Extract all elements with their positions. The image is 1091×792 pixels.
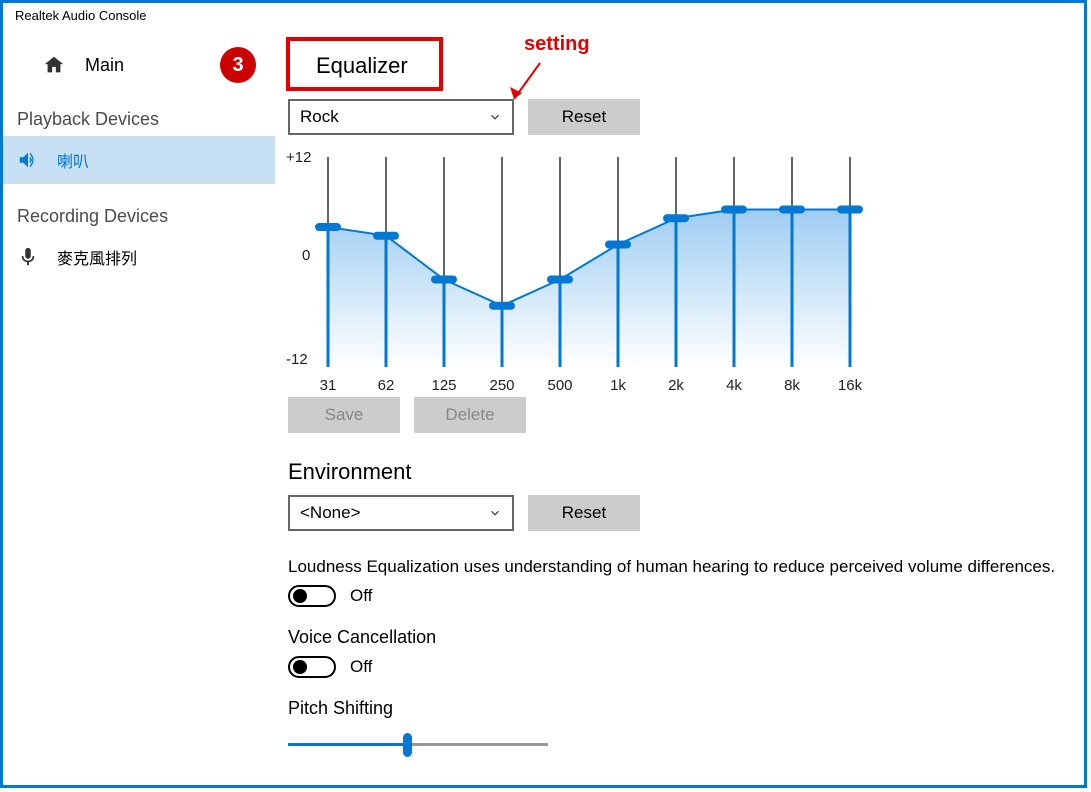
pitch-shift-slider[interactable] [288, 735, 548, 757]
toggle-state-label: Off [350, 657, 372, 677]
pitch-shifting-heading: Pitch Shifting [288, 698, 1078, 719]
equalizer-save-button[interactable]: Save [288, 397, 400, 433]
environment-heading: Environment [288, 459, 1078, 485]
chevron-down-icon [488, 506, 502, 520]
speaker-icon [17, 149, 39, 171]
eq-band-label: 500 [530, 377, 590, 394]
select-value: Rock [300, 107, 339, 127]
annotation-badge: 3 [220, 47, 256, 83]
eq-band-slider[interactable] [431, 276, 457, 284]
eq-band-label: 31 [298, 377, 358, 394]
voice-cancellation-heading: Voice Cancellation [288, 627, 1078, 648]
eq-band-label: 8k [762, 377, 822, 394]
equalizer-graph: +12 0 -12 31621252505001k2k4k8k16k [288, 149, 908, 399]
eq-band-label: 125 [414, 377, 474, 394]
eq-band-slider[interactable] [373, 232, 399, 240]
eq-band-slider[interactable] [605, 241, 631, 249]
sidebar-item-label: 麥克風排列 [57, 245, 137, 269]
eq-band-slider[interactable] [721, 206, 747, 214]
sidebar-item-label: 喇叭 [57, 148, 89, 172]
home-icon [43, 54, 65, 76]
sidebar-recording-header: Recording Devices [3, 184, 275, 233]
mic-icon [17, 246, 39, 268]
equalizer-delete-button[interactable]: Delete [414, 397, 526, 433]
eq-band-slider[interactable] [837, 206, 863, 214]
window-title: Realtek Audio Console [15, 8, 147, 23]
eq-band-slider[interactable] [315, 223, 341, 231]
loudness-description: Loudness Equalization uses understanding… [288, 557, 1078, 577]
equalizer-preset-select[interactable]: Rock [288, 99, 514, 135]
sidebar-item-speakers[interactable]: 喇叭 [3, 136, 275, 184]
eq-band-slider[interactable] [779, 206, 805, 214]
annotation-label: setting [524, 33, 590, 56]
eq-band-label: 4k [704, 377, 764, 394]
eq-band-label: 250 [472, 377, 532, 394]
loudness-toggle[interactable] [288, 585, 336, 607]
equalizer-reset-button[interactable]: Reset [528, 99, 640, 135]
eq-band-label: 2k [646, 377, 706, 394]
eq-band-label: 62 [356, 377, 416, 394]
toggle-state-label: Off [350, 586, 372, 606]
select-value: <None> [300, 503, 361, 523]
eq-band-slider[interactable] [547, 276, 573, 284]
eq-band-slider[interactable] [489, 302, 515, 310]
environment-reset-button[interactable]: Reset [528, 495, 640, 531]
sidebar-playback-header: Playback Devices [3, 87, 275, 136]
sidebar-item-label: Main [85, 55, 124, 76]
eq-band-label: 1k [588, 377, 648, 394]
environment-select[interactable]: <None> [288, 495, 514, 531]
voice-cancellation-toggle[interactable] [288, 656, 336, 678]
sidebar-item-mic[interactable]: 麥克風排列 [3, 233, 275, 281]
chevron-down-icon [488, 110, 502, 124]
eq-band-label: 16k [820, 377, 880, 394]
eq-band-slider[interactable] [663, 214, 689, 222]
equalizer-heading: Equalizer [288, 39, 436, 93]
